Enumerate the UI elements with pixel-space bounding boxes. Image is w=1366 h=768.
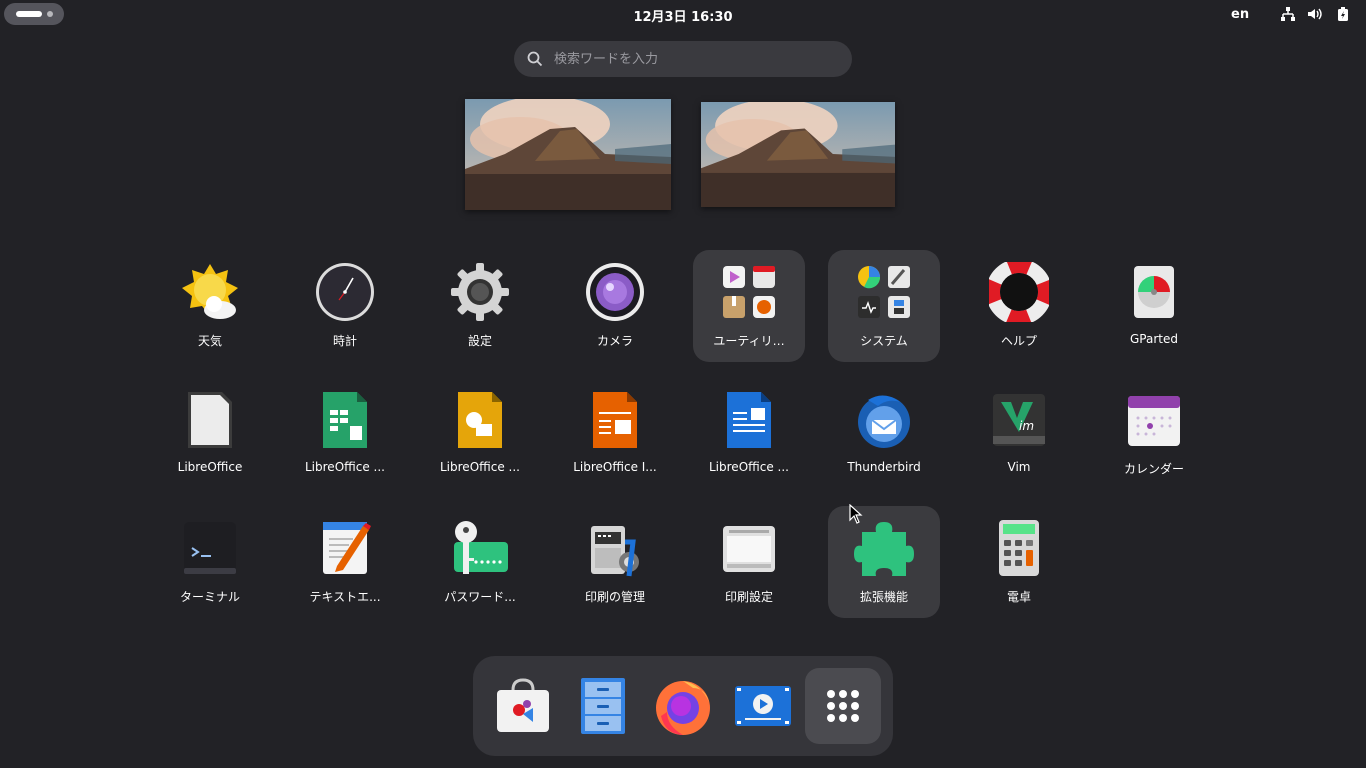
app-terminal[interactable]: ターミナル [154, 506, 266, 618]
battery-icon[interactable] [1335, 6, 1351, 22]
libreoffice-calc-icon [323, 392, 367, 448]
volcano-wallpaper [465, 99, 671, 210]
top-bar: 12月3日 16:30 en [0, 0, 1366, 28]
app-label: LibreOffice I... [573, 460, 657, 474]
dash-firefox[interactable] [645, 668, 721, 744]
utilities-folder-icon [723, 266, 775, 318]
lifebuoy-icon [989, 262, 1049, 322]
libreoffice-icon [188, 392, 232, 448]
mouse-pointer-icon [849, 504, 863, 524]
system-folder-icon [858, 266, 910, 318]
app-libreoffice-draw[interactable]: LibreOffice ... [424, 378, 536, 490]
dash-video-player[interactable] [725, 668, 801, 744]
app-label: ユーティリ… [713, 334, 785, 348]
dash [473, 656, 893, 756]
input-source-indicator[interactable]: en [1231, 7, 1249, 22]
app-label: Thunderbird [847, 460, 921, 474]
app-label: LibreOffice [177, 460, 243, 474]
app-label: LibreOffice ... [440, 460, 520, 474]
app-extensions[interactable]: 拡張機能 [828, 506, 940, 618]
app-calculator[interactable]: 電卓 [963, 506, 1075, 618]
printer-icon [723, 526, 775, 572]
app-settings[interactable]: 設定 [424, 250, 536, 362]
network-icon[interactable] [1280, 6, 1296, 22]
app-thunderbird[interactable]: Thunderbird [828, 378, 940, 490]
app-label: システム [860, 334, 908, 348]
app-label: GParted [1130, 332, 1178, 346]
app-clock[interactable]: 時計 [289, 250, 401, 362]
app-passwords[interactable]: パスワード... [424, 506, 536, 618]
app-label: 時計 [332, 334, 357, 348]
video-player-icon [735, 686, 791, 726]
search-bar[interactable] [514, 41, 852, 77]
app-weather[interactable]: 天気 [154, 250, 266, 362]
app-text-editor[interactable]: テキストエ... [289, 506, 401, 618]
terminal-icon [184, 522, 236, 574]
camera-icon [586, 263, 644, 321]
app-calendar[interactable]: カレンダー [1098, 378, 1210, 490]
app-label: テキストエ... [309, 590, 381, 604]
app-label: 天気 [197, 334, 222, 348]
app-label: ヘルプ [1000, 334, 1037, 348]
clock[interactable]: 12月3日 16:30 [0, 6, 1366, 25]
app-help[interactable]: ヘルプ [963, 250, 1075, 362]
app-label: 印刷の管理 [584, 590, 645, 604]
app-gparted[interactable]: GParted [1098, 250, 1210, 362]
volume-icon[interactable] [1307, 6, 1323, 22]
app-libreoffice-impress[interactable]: LibreOffice I... [559, 378, 671, 490]
volcano-wallpaper [701, 102, 895, 207]
app-label: 印刷設定 [724, 590, 773, 604]
settings-gear-icon [451, 263, 509, 321]
folder-system[interactable]: システム [828, 250, 940, 362]
calendar-icon [1128, 396, 1180, 446]
app-label: LibreOffice ... [305, 460, 385, 474]
app-print-manager[interactable]: 印刷の管理 [559, 506, 671, 618]
app-label: LibreOffice ... [709, 460, 789, 474]
text-editor-icon [323, 522, 371, 574]
app-libreoffice-writer[interactable]: LibreOffice ... [693, 378, 805, 490]
files-cabinet-icon [581, 678, 625, 734]
app-libreoffice-calc[interactable]: LibreOffice ... [289, 378, 401, 490]
weather-icon [182, 264, 238, 319]
workspace-thumbnail-2[interactable] [701, 102, 895, 207]
search-input[interactable] [554, 41, 834, 77]
show-apps-button[interactable] [805, 668, 881, 744]
dash-software-store[interactable] [485, 668, 561, 744]
show-apps-grid-icon [827, 690, 859, 722]
app-vim[interactable]: im Vim [963, 378, 1075, 490]
libreoffice-draw-icon [458, 392, 502, 448]
app-label: 電卓 [1006, 590, 1031, 604]
app-libreoffice[interactable]: LibreOffice [154, 378, 266, 490]
software-store-icon [497, 678, 549, 732]
app-label: カレンダー [1123, 462, 1184, 476]
extensions-puzzle-icon [854, 522, 914, 576]
print-manager-icon [591, 526, 639, 577]
libreoffice-impress-icon [593, 392, 637, 448]
search-icon [527, 51, 543, 67]
app-label: ターミナル [179, 590, 240, 604]
app-label: 設定 [467, 334, 492, 348]
workspace-thumbnail-1[interactable] [465, 99, 671, 210]
passwords-key-icon [454, 521, 508, 574]
app-label: パスワード... [444, 590, 516, 604]
vim-icon: im [993, 394, 1045, 446]
app-label: カメラ [596, 334, 633, 348]
disk-icon [1134, 266, 1174, 318]
app-label: 拡張機能 [859, 590, 908, 604]
calculator-icon [999, 520, 1039, 576]
dash-files[interactable] [565, 668, 641, 744]
libreoffice-writer-icon [727, 392, 771, 448]
svg-text:im: im [1019, 419, 1034, 433]
app-printer-settings[interactable]: 印刷設定 [693, 506, 805, 618]
app-camera[interactable]: カメラ [559, 250, 671, 362]
app-label: Vim [1007, 460, 1031, 474]
folder-utilities[interactable]: ユーティリ… [693, 250, 805, 362]
firefox-icon [656, 681, 710, 735]
thunderbird-icon [858, 395, 910, 448]
clock-icon [316, 263, 374, 321]
